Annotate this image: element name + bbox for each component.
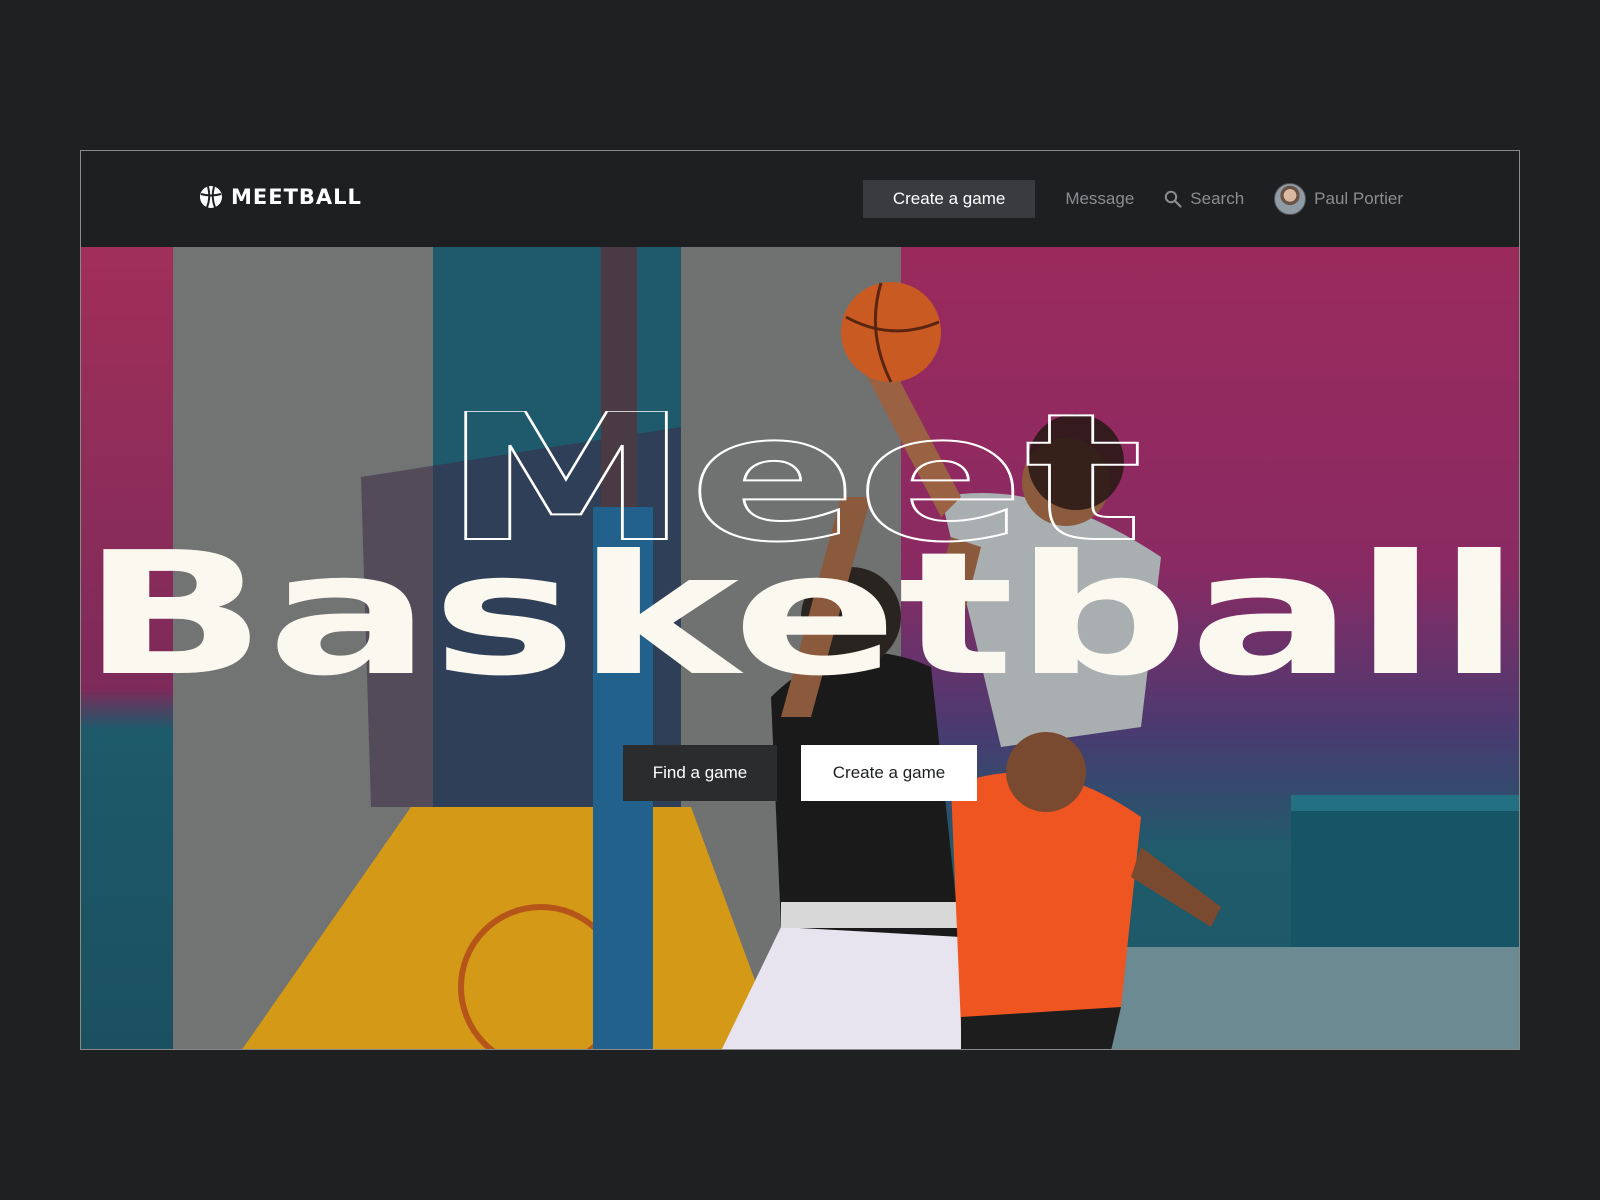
hero-title-solid: Basketball (81, 547, 1519, 687)
search-label: Search (1190, 189, 1245, 208)
top-navbar: MEETBALL Create a game Message Search Pa… (81, 151, 1519, 247)
hero-cta-group: Find a game Create a game (623, 745, 977, 801)
app-window: MEETBALL Create a game Message Search Pa… (80, 150, 1520, 1050)
brand-name: MEETBALL (231, 185, 362, 209)
basketball-icon (199, 185, 223, 209)
svg-text:Basketball: Basketball (81, 547, 1519, 687)
nav-create-game-button[interactable]: Create a game (862, 180, 1036, 218)
user-name: Paul Portier (1314, 189, 1403, 208)
search-icon (1164, 190, 1182, 208)
hero-title-outline: Meet (443, 411, 1144, 561)
nav-actions: Create a game Message Search Paul Portie… (862, 180, 1403, 218)
hero-section: Meet Basketball Find a game Create a gam… (81, 247, 1519, 1049)
find-game-button[interactable]: Find a game (623, 745, 777, 801)
user-profile-menu[interactable]: Paul Portier (1274, 183, 1403, 215)
nav-message-link[interactable]: Message (1065, 189, 1134, 209)
nav-search-link[interactable]: Search (1164, 189, 1244, 209)
svg-text:Meet: Meet (443, 411, 1143, 561)
avatar (1274, 183, 1307, 215)
create-game-button[interactable]: Create a game (801, 745, 977, 801)
brand-logo[interactable]: MEETBALL (199, 185, 362, 209)
